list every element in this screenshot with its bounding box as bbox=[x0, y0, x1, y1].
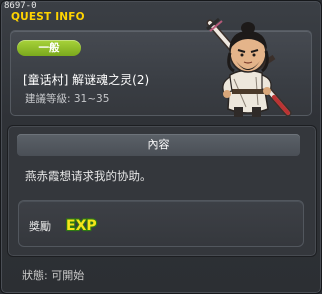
quest-info-window: 8697-0 QUEST INFO 一般 [童话村] 解谜魂之灵(2) 建議等級… bbox=[0, 0, 322, 294]
reward-label: 獎勵 bbox=[29, 220, 51, 233]
quest-description: 燕赤霞想请求我的协助。 bbox=[25, 169, 152, 183]
exp-reward-icon: EXP bbox=[65, 217, 98, 233]
quest-category-badge: 一般 bbox=[17, 40, 81, 56]
quest-name: [童话村] 解谜魂之灵(2) bbox=[23, 73, 150, 87]
quest-id-label: 8697-0 bbox=[4, 1, 37, 11]
npc-swordsman-portrait bbox=[206, 17, 292, 117]
content-section-header: 內容 bbox=[17, 134, 300, 156]
window-title: QUEST INFO bbox=[11, 11, 85, 23]
quest-level-requirement: 建議等級: 31~35 bbox=[25, 93, 110, 105]
reward-box bbox=[18, 200, 304, 247]
exp-icon-text: EXP bbox=[66, 218, 97, 233]
quest-status: 狀態: 可開始 bbox=[22, 269, 85, 282]
